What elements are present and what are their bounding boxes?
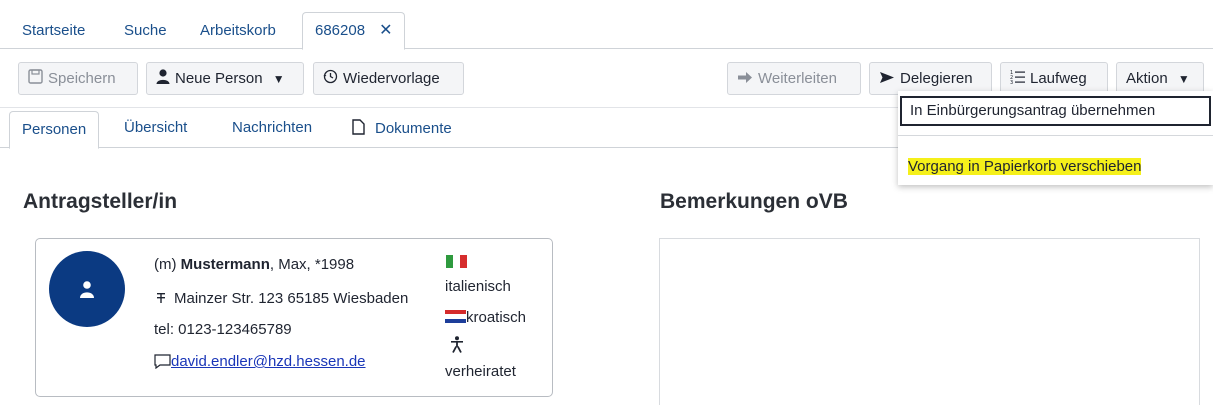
save-button[interactable]: Speichern [18, 62, 138, 95]
person-card[interactable]: (m) Mustermann, Max, *1998 Mainzer Str. … [35, 238, 553, 397]
email-link[interactable]: david.endler@hzd.hessen.de [171, 353, 366, 370]
close-icon[interactable]: ✕ [379, 22, 392, 39]
person-address-text: Mainzer Str. 123 65185 Wiesbaden [174, 290, 409, 307]
resubmission-label: Wiedervorlage [343, 70, 440, 87]
croatia-flag-icon [445, 310, 466, 323]
tab-personen[interactable]: Personen [9, 111, 100, 149]
caret-down-icon: ▼ [1177, 72, 1190, 86]
forward-label: Weiterleiten [758, 70, 837, 87]
tab-arbeitskorb[interactable]: Arbeitskorb [200, 12, 276, 49]
tab-startseite[interactable]: Startseite [22, 12, 85, 49]
pin-icon [154, 290, 168, 307]
person-name-rest: , Max, *1998 [269, 256, 355, 273]
menu-item-papierkorb-label: Vorgang in Papierkorb verschieben [908, 158, 1142, 175]
new-person-button[interactable]: Neue Person ▼ [146, 62, 304, 95]
tab-dokumente-label: Dokumente [375, 120, 452, 137]
italy-flag-icon [446, 255, 467, 268]
menu-item-papierkorb[interactable]: Vorgang in Papierkorb verschieben [908, 158, 1142, 175]
person-address: Mainzer Str. 123 65185 Wiesbaden [154, 290, 408, 307]
person-email[interactable]: david.endler@hzd.hessen.de [154, 353, 366, 373]
avatar [49, 251, 125, 327]
tab-uebersicht[interactable]: Übersicht [124, 119, 187, 136]
person-surname: Mustermann [180, 256, 270, 273]
arrow-right-icon [737, 64, 753, 95]
tab-case-686208[interactable]: 686208 ✕ [302, 12, 406, 50]
action-dropdown-menu: In Einbürgerungsantrag übernehmen Vorgan… [898, 91, 1213, 185]
person-phone: tel: 0123-123465789 [154, 321, 292, 338]
tab-suche[interactable]: Suche [124, 12, 167, 49]
nationality-croatian: kroatisch [466, 309, 527, 326]
svg-text:3: 3 [1010, 80, 1013, 84]
menu-item-einbuergerung[interactable]: In Einbürgerungsantrag übernehmen [900, 96, 1211, 126]
person-gender: (m) [154, 256, 177, 273]
tab-case-label: 686208 [315, 22, 366, 39]
action-label: Aktion [1126, 70, 1168, 87]
ordered-list-icon: 123 [1010, 64, 1025, 95]
delegate-label: Delegieren [900, 70, 973, 87]
forward-button[interactable]: Weiterleiten [727, 62, 861, 95]
tab-dokumente[interactable]: Dokumente [352, 119, 452, 139]
person-icon [156, 64, 170, 95]
send-icon [879, 64, 895, 95]
caret-down-icon: ▼ [272, 72, 285, 86]
person-standing-icon [450, 336, 464, 357]
workflow-label: Laufweg [1030, 70, 1087, 87]
remarks-textarea[interactable] [659, 238, 1200, 405]
tab-nachrichten[interactable]: Nachrichten [232, 119, 312, 136]
new-person-label: Neue Person [175, 70, 263, 87]
section-title-remarks: Bemerkungen oVB [660, 190, 848, 213]
section-title-applicant: Antragsteller/in [23, 190, 178, 213]
nationality-italian: italienisch [445, 278, 511, 295]
menu-divider [898, 135, 1213, 136]
message-icon [154, 354, 171, 373]
history-icon [323, 64, 338, 95]
top-tab-bar: Startseite Suche Arbeitskorb 686208 ✕ [0, 0, 1213, 50]
save-label: Speichern [48, 70, 116, 87]
person-name: (m) Mustermann, Max, *1998 [154, 256, 354, 273]
document-icon [352, 119, 365, 139]
save-icon [28, 64, 43, 95]
person-icon [80, 281, 94, 298]
resubmission-button[interactable]: Wiedervorlage [313, 62, 464, 95]
marital-status: verheiratet [445, 363, 516, 380]
